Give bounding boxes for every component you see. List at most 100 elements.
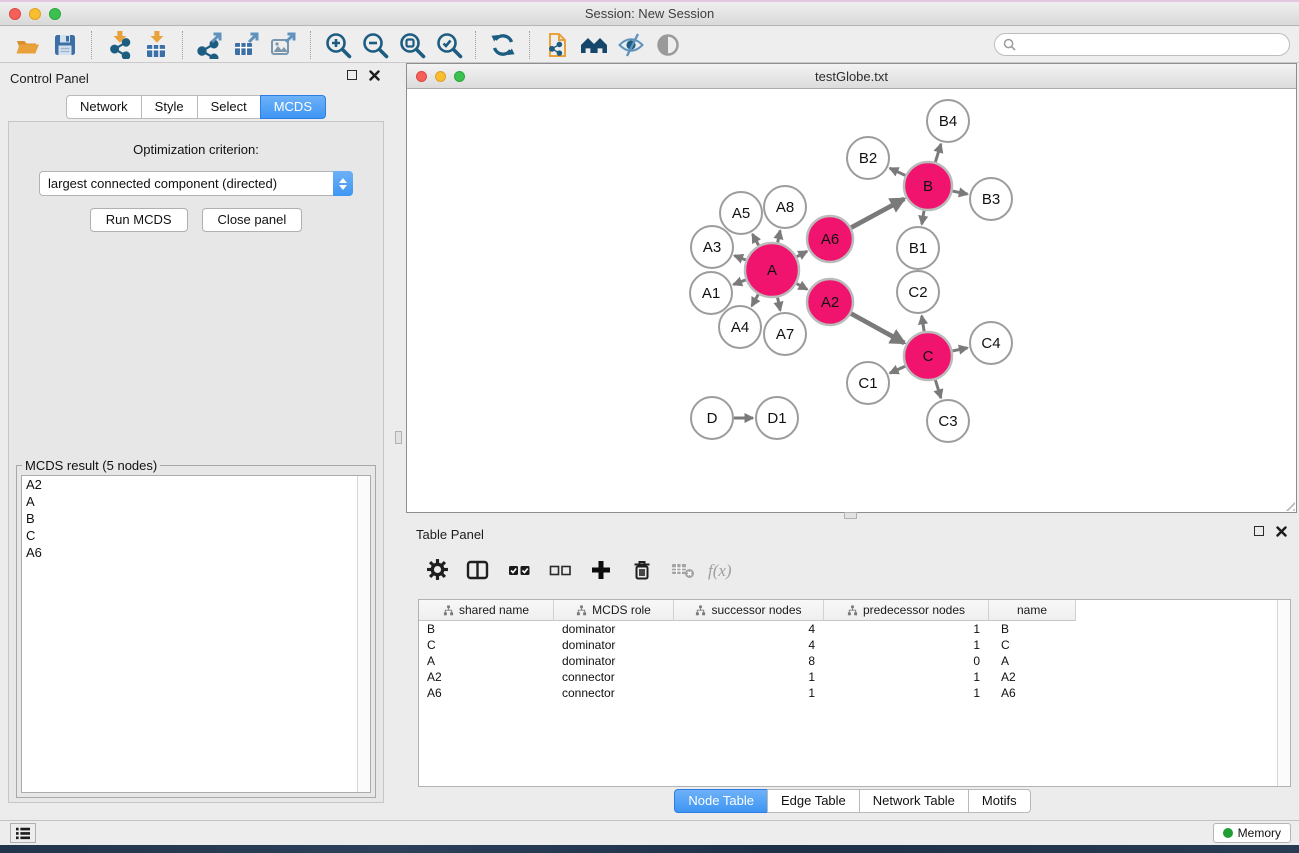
- network-window-titlebar[interactable]: testGlobe.txt: [407, 64, 1296, 89]
- select-columns-button[interactable]: [463, 556, 493, 586]
- network-edge-C-C4[interactable]: [952, 348, 967, 351]
- tab-network-table[interactable]: Network Table: [859, 789, 969, 813]
- first-neighbors-button[interactable]: [575, 29, 612, 61]
- column-header-mcds-role[interactable]: MCDS role: [554, 600, 674, 621]
- table-row[interactable]: Bdominator41B: [419, 621, 1290, 637]
- memory-button[interactable]: Memory: [1213, 823, 1291, 843]
- network-node-B[interactable]: B: [904, 162, 952, 210]
- tab-style[interactable]: Style: [141, 95, 198, 119]
- network-edge-A-A8[interactable]: [778, 231, 780, 243]
- import-network-button[interactable]: [100, 29, 137, 61]
- deselect-all-rows-button[interactable]: [545, 556, 575, 586]
- network-edge-A-A5[interactable]: [752, 234, 758, 245]
- network-from-selection-button[interactable]: [538, 29, 575, 61]
- cell-mcds-role[interactable]: connector: [554, 686, 674, 700]
- cell-successor-nodes[interactable]: 4: [674, 622, 824, 636]
- tab-motifs[interactable]: Motifs: [968, 789, 1031, 813]
- cell-name[interactable]: C: [989, 638, 1076, 652]
- close-table-panel-icon[interactable]: [1276, 526, 1287, 537]
- network-node-A5[interactable]: A5: [720, 192, 762, 234]
- network-edge-B-B3[interactable]: [952, 191, 967, 194]
- tab-node-table[interactable]: Node Table: [674, 789, 768, 813]
- column-header-predecessor-nodes[interactable]: predecessor nodes: [824, 600, 989, 621]
- cell-name[interactable]: A6: [989, 686, 1076, 700]
- save-session-button[interactable]: [46, 29, 83, 61]
- network-edge-A6-B[interactable]: [851, 199, 904, 228]
- network-edge-A-A2[interactable]: [797, 284, 808, 290]
- network-node-A[interactable]: A: [745, 243, 799, 297]
- cell-predecessor-nodes[interactable]: 1: [824, 670, 989, 684]
- search-box[interactable]: [994, 33, 1290, 56]
- cell-mcds-role[interactable]: connector: [554, 670, 674, 684]
- network-node-A3[interactable]: A3: [691, 226, 733, 268]
- network-edge-A-A4[interactable]: [752, 294, 759, 306]
- mcds-result-item[interactable]: C: [22, 527, 370, 544]
- tab-edge-table[interactable]: Edge Table: [767, 789, 860, 813]
- cell-shared-name[interactable]: A6: [419, 686, 554, 700]
- open-session-button[interactable]: [9, 29, 46, 61]
- cell-mcds-role[interactable]: dominator: [554, 638, 674, 652]
- table-row[interactable]: Cdominator41C: [419, 637, 1290, 653]
- zoom-in-button[interactable]: [319, 29, 356, 61]
- divider-grip-icon[interactable]: [395, 431, 402, 444]
- table-row[interactable]: Adominator80A: [419, 653, 1290, 669]
- refresh-network-button[interactable]: [484, 29, 521, 61]
- network-edge-B-B4[interactable]: [935, 144, 941, 162]
- cell-successor-nodes[interactable]: 4: [674, 638, 824, 652]
- zoom-out-button[interactable]: [356, 29, 393, 61]
- network-node-A4[interactable]: A4: [719, 306, 761, 348]
- mcds-result-item[interactable]: A: [22, 493, 370, 510]
- column-header-successor-nodes[interactable]: successor nodes: [674, 600, 824, 621]
- network-edge-A-A6[interactable]: [797, 251, 807, 257]
- network-node-D[interactable]: D: [691, 397, 733, 439]
- zoom-selected-button[interactable]: [430, 29, 467, 61]
- show-hidden-button[interactable]: [649, 29, 686, 61]
- network-node-A6[interactable]: A6: [807, 216, 853, 262]
- select-all-rows-button[interactable]: [504, 556, 534, 586]
- mcds-result-list[interactable]: A2ABCA6: [21, 475, 371, 793]
- cell-predecessor-nodes[interactable]: 1: [824, 638, 989, 652]
- cell-predecessor-nodes[interactable]: 1: [824, 622, 989, 636]
- import-table-button[interactable]: [137, 29, 174, 61]
- export-table-button[interactable]: [228, 29, 265, 61]
- network-node-A1[interactable]: A1: [690, 272, 732, 314]
- tab-network[interactable]: Network: [66, 95, 142, 119]
- network-node-C4[interactable]: C4: [970, 322, 1012, 364]
- network-edge-C-C1[interactable]: [890, 366, 905, 373]
- network-edge-C-C2[interactable]: [922, 316, 924, 332]
- cell-predecessor-nodes[interactable]: 1: [824, 686, 989, 700]
- cell-name[interactable]: B: [989, 622, 1076, 636]
- divider-grip-icon[interactable]: [844, 512, 857, 519]
- cell-mcds-role[interactable]: dominator: [554, 622, 674, 636]
- cell-successor-nodes[interactable]: 1: [674, 670, 824, 684]
- network-node-C1[interactable]: C1: [847, 362, 889, 404]
- network-canvas[interactable]: AA2A6BCA1A3A4A5A7A8B1B2B3B4C1C2C3C4DD1: [407, 90, 1296, 512]
- cell-shared-name[interactable]: C: [419, 638, 554, 652]
- column-header-shared-name[interactable]: shared name: [419, 600, 554, 621]
- network-node-C[interactable]: C: [904, 332, 952, 380]
- network-edge-B-B1[interactable]: [922, 211, 924, 225]
- mcds-result-item[interactable]: B: [22, 510, 370, 527]
- table-row[interactable]: A6connector11A6: [419, 685, 1290, 701]
- float-panel-icon[interactable]: [347, 70, 357, 80]
- zoom-fit-button[interactable]: [393, 29, 430, 61]
- result-scrollbar[interactable]: [357, 476, 370, 792]
- network-node-B1[interactable]: B1: [897, 227, 939, 269]
- network-edge-A-A1[interactable]: [733, 280, 745, 285]
- network-node-C2[interactable]: C2: [897, 271, 939, 313]
- mcds-result-item[interactable]: A6: [22, 544, 370, 561]
- cell-mcds-role[interactable]: dominator: [554, 654, 674, 668]
- hide-selected-button[interactable]: [612, 29, 649, 61]
- mcds-result-item[interactable]: A2: [22, 476, 370, 493]
- network-node-B2[interactable]: B2: [847, 137, 889, 179]
- table-row[interactable]: A2connector11A2: [419, 669, 1290, 685]
- network-node-C3[interactable]: C3: [927, 400, 969, 442]
- network-node-B4[interactable]: B4: [927, 100, 969, 142]
- network-node-B3[interactable]: B3: [970, 178, 1012, 220]
- network-node-A8[interactable]: A8: [764, 186, 806, 228]
- add-column-button[interactable]: [586, 556, 616, 586]
- network-edge-A-A3[interactable]: [734, 256, 745, 260]
- close-panel-icon[interactable]: [369, 70, 380, 81]
- export-image-button[interactable]: [265, 29, 302, 61]
- column-header-name[interactable]: name: [989, 600, 1076, 621]
